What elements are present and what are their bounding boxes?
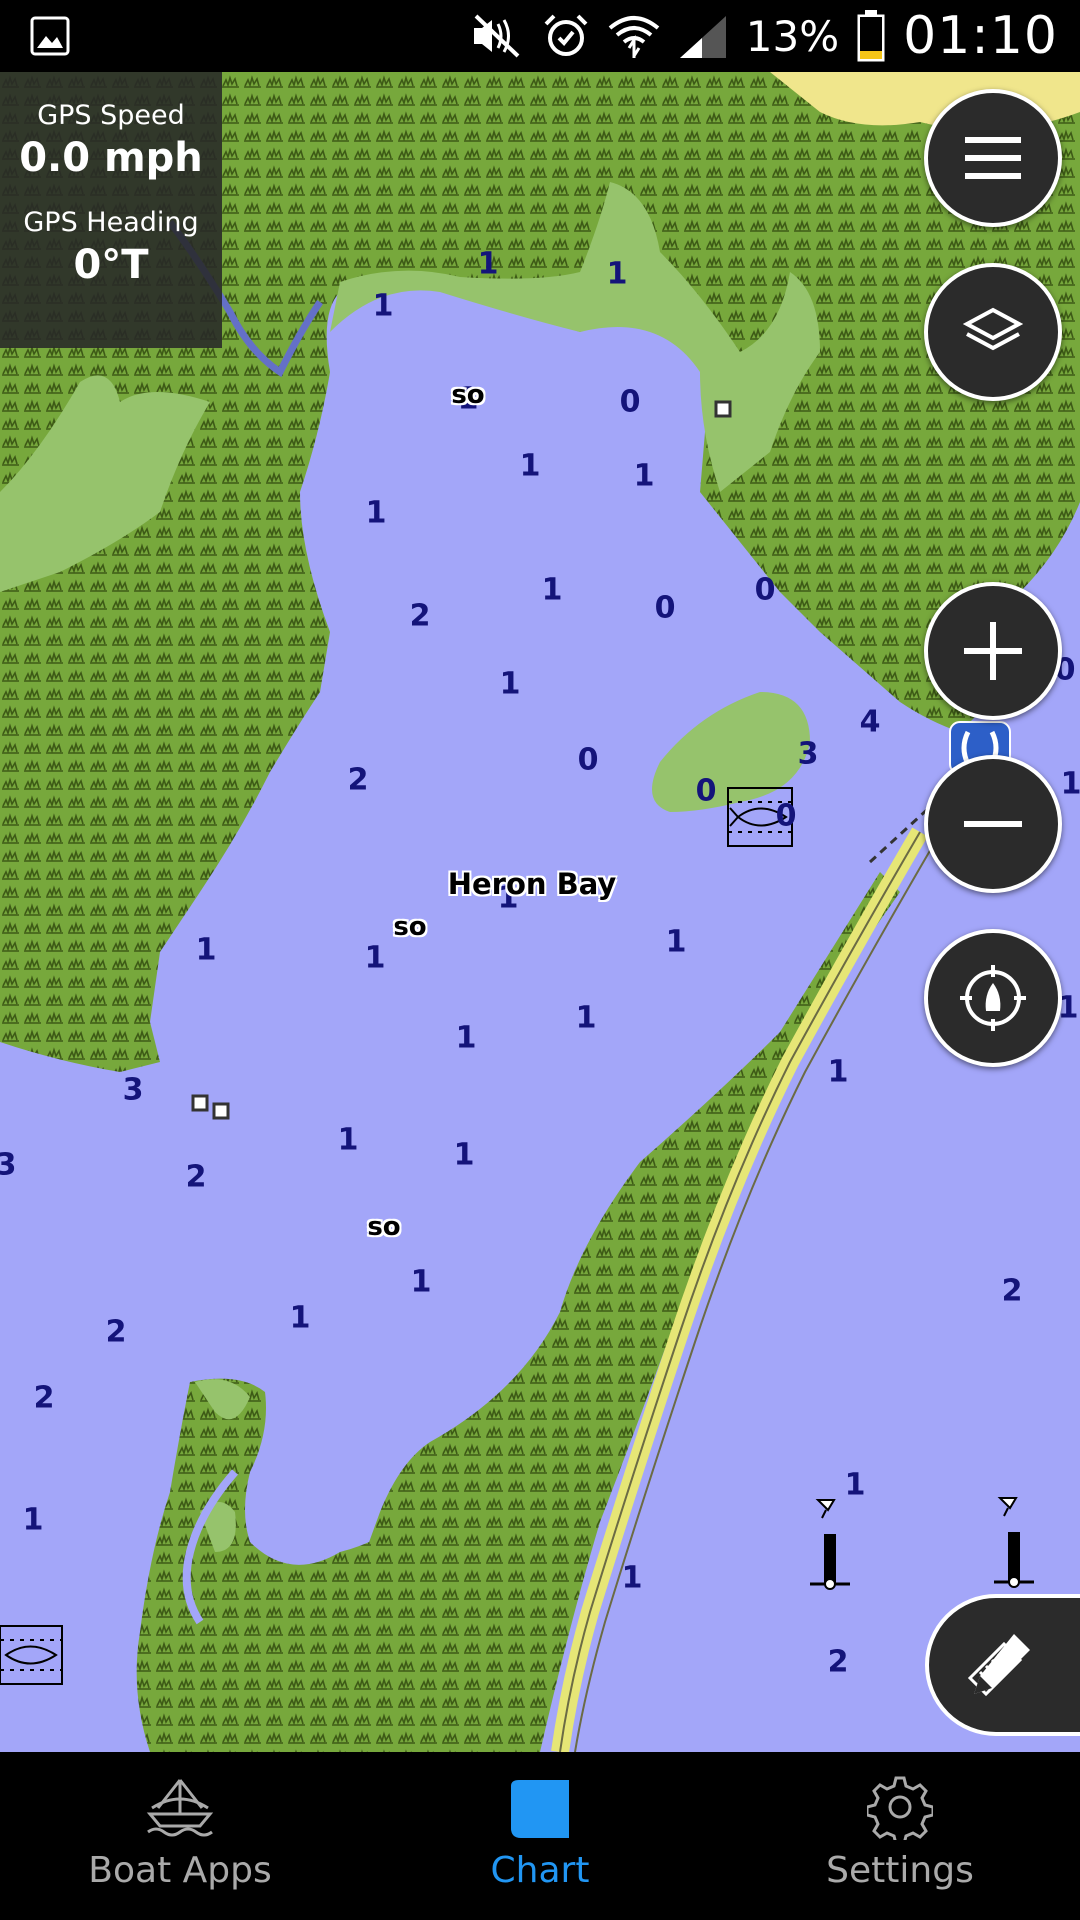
zoom-out-button[interactable] [924, 755, 1062, 893]
layers-button[interactable] [924, 263, 1062, 401]
depth-sounding: 1 [195, 932, 217, 968]
gps-heading-label: GPS Heading [23, 207, 199, 238]
gear-icon [867, 1776, 933, 1840]
nav-boat-apps-label: Boat Apps [88, 1850, 272, 1891]
depth-sounding: 1 [455, 1020, 477, 1056]
depth-sounding: 1 [410, 1264, 432, 1300]
depth-sounding: 2 [1001, 1273, 1023, 1309]
depth-sounding: 2 [409, 598, 431, 634]
depth-sounding: 2 [33, 1380, 55, 1416]
depth-sounding: 2 [185, 1159, 207, 1195]
hamburger-icon [965, 137, 1021, 179]
alarm-icon [544, 14, 588, 56]
depth-sounding: 1 [827, 1054, 849, 1090]
chart-icon [511, 1780, 569, 1838]
wifi-icon [608, 16, 660, 58]
depth-sounding: 1 [1060, 766, 1080, 802]
signal-icon [679, 16, 726, 58]
depth-sounding: 3 [797, 736, 819, 772]
gps-heading-value: 0°T [73, 242, 149, 288]
bottom-type-label: so [451, 380, 485, 410]
zoom-in-button[interactable] [924, 582, 1062, 720]
nav-chart[interactable]: Chart [360, 1752, 720, 1920]
depth-sounding: 1 [844, 1467, 866, 1503]
bottom-navigation: Boat Apps Chart Settings [0, 1752, 1080, 1920]
depth-sounding: 0 [695, 773, 717, 809]
depth-sounding: 1 [499, 666, 521, 702]
status-bar: 13% 01:10 [0, 0, 1080, 72]
boat-position-icon [960, 965, 1026, 1031]
depth-sounding: 2 [347, 762, 369, 798]
depth-sounding: 1 [337, 1122, 359, 1158]
nav-settings-label: Settings [826, 1850, 974, 1891]
depth-sounding: 0 [775, 798, 797, 834]
depth-sounding: 1 [365, 495, 387, 531]
recenter-button[interactable] [924, 929, 1062, 1067]
gps-info-panel: GPS Speed 0.0 mph GPS Heading 0°T [0, 72, 222, 348]
depth-sounding: 1 [22, 1502, 44, 1538]
plus-icon [964, 622, 1022, 680]
depth-sounding: 0 [754, 572, 776, 608]
depth-sounding: 1 [633, 458, 655, 494]
nav-settings[interactable]: Settings [720, 1752, 1080, 1920]
depth-sounding: 1 [575, 1000, 597, 1036]
menu-button[interactable] [924, 89, 1062, 227]
depth-sounding: 3 [122, 1072, 144, 1108]
depth-sounding: 1 [372, 288, 394, 324]
battery-icon [857, 10, 885, 62]
silent-mode-icon [473, 14, 520, 58]
minus-icon [964, 821, 1022, 827]
boat-apps-icon [146, 1779, 214, 1837]
depth-sounding: 0 [619, 384, 641, 420]
depth-sounding: 4 [859, 704, 881, 740]
depth-sounding: 2 [105, 1314, 127, 1350]
depth-sounding: 1 [665, 924, 687, 960]
depth-sounding: 2 [827, 1644, 849, 1680]
depth-sounding: 0 [654, 590, 676, 626]
depth-sounding: 1 [621, 1560, 643, 1596]
depth-sounding: 1 [519, 448, 541, 484]
depth-sounding: 1 [289, 1300, 311, 1336]
place-label-heron-bay: Heron Bay [447, 867, 617, 901]
clock: 01:10 [903, 6, 1058, 66]
gps-speed-value: 0.0 mph [19, 135, 203, 181]
depth-sounding: 1 [606, 256, 628, 292]
nav-boat-apps[interactable]: Boat Apps [0, 1752, 360, 1920]
depth-sounding: 1 [541, 572, 563, 608]
measure-edit-button[interactable] [925, 1594, 1080, 1736]
depth-sounding: 3 [0, 1147, 17, 1183]
layers-icon [963, 307, 1023, 351]
bottom-type-label: so [393, 912, 427, 942]
depth-sounding: 0 [577, 742, 599, 778]
gps-speed-label: GPS Speed [37, 100, 185, 131]
depth-sounding: 1 [364, 940, 386, 976]
bottom-type-label: so [367, 1212, 401, 1242]
gallery-notification-icon [30, 16, 70, 56]
ruler-pencil-icon [967, 1634, 1030, 1697]
depth-sounding: 1 [477, 246, 499, 282]
nav-chart-label: Chart [490, 1850, 590, 1891]
depth-sounding: 1 [453, 1137, 475, 1173]
battery-percent: 13% [745, 11, 840, 61]
